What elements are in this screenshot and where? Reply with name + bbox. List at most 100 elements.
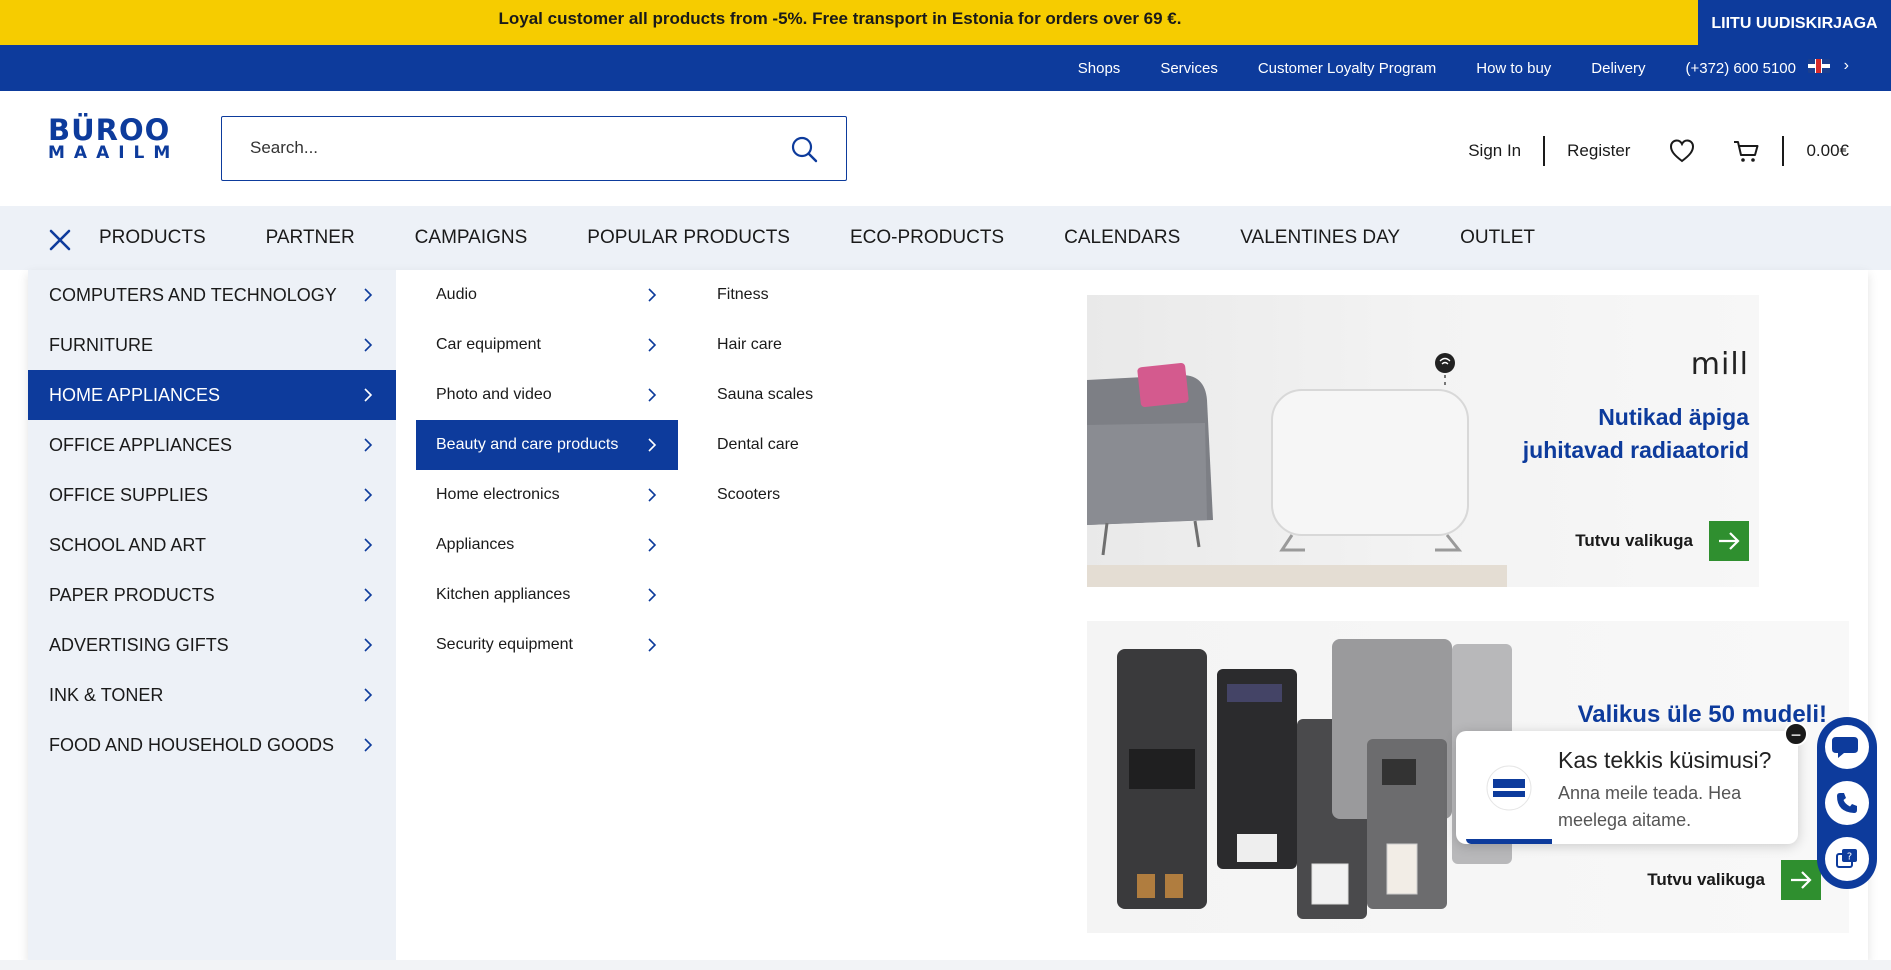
category-partner[interactable]: PARTNER bbox=[266, 227, 355, 249]
chevron-right-icon bbox=[364, 388, 373, 402]
category-outlet[interactable]: OUTLET bbox=[1460, 227, 1535, 249]
logo[interactable]: BÜROO MAAILM bbox=[48, 116, 180, 163]
top-nav-links: Shops Services Customer Loyalty Program … bbox=[1078, 45, 1796, 91]
promo-banner-radiators[interactable]: mill Nutikad äpiga juhitavad radiaatorid… bbox=[1087, 295, 1759, 587]
phone-icon bbox=[1837, 793, 1857, 813]
logo-icon bbox=[1486, 765, 1532, 811]
nav-link-services[interactable]: Services bbox=[1160, 60, 1218, 77]
menu-l1-food-household[interactable]: FOOD AND HOUSEHOLD GOODS bbox=[28, 720, 396, 770]
nav-link-how-to-buy[interactable]: How to buy bbox=[1476, 60, 1551, 77]
menu-l2-audio[interactable]: Audio bbox=[416, 270, 678, 320]
nav-link-shops[interactable]: Shops bbox=[1078, 60, 1121, 77]
menu-l1-label: INK & TONER bbox=[49, 684, 164, 705]
menu-l1-label: FOOD AND HOUSEHOLD GOODS bbox=[49, 734, 335, 755]
chevron-right-icon bbox=[648, 638, 657, 652]
nav-link-delivery[interactable]: Delivery bbox=[1591, 60, 1645, 77]
menu-l3-dental-care[interactable]: Dental care bbox=[717, 420, 799, 470]
svg-text:?: ? bbox=[1847, 852, 1852, 863]
category-valentines-day[interactable]: VALENTINES DAY bbox=[1240, 227, 1400, 249]
banner1-cta-label: Tutvu valikuga bbox=[1575, 531, 1693, 550]
menu-l3-hair-care[interactable]: Hair care bbox=[717, 320, 782, 370]
menu-l2-home-electronics[interactable]: Home electronics bbox=[416, 470, 678, 520]
menu-l2-label: Photo and video bbox=[436, 386, 552, 403]
menu-l1-office-appliances[interactable]: OFFICE APPLIANCES bbox=[28, 420, 396, 470]
banner1-headline-line1: Nutikad äpiga bbox=[1598, 404, 1749, 430]
menu-l2-security-equipment[interactable]: Security equipment bbox=[416, 620, 678, 670]
menu-l1-label: COMPUTERS AND TECHNOLOGY bbox=[49, 284, 337, 305]
menu-l2-label: Home electronics bbox=[436, 486, 560, 503]
register-link[interactable]: Register bbox=[1567, 141, 1630, 161]
menu-l1-furniture[interactable]: FURNITURE bbox=[28, 320, 396, 370]
nav-link-loyalty[interactable]: Customer Loyalty Program bbox=[1258, 60, 1436, 77]
cart-icon[interactable] bbox=[1732, 137, 1760, 165]
chevron-right-icon bbox=[648, 338, 657, 352]
menu-l2-label: Car equipment bbox=[436, 336, 541, 353]
category-items: PRODUCTS PARTNER CAMPAIGNS POPULAR PRODU… bbox=[99, 206, 1535, 270]
heart-icon[interactable] bbox=[1668, 137, 1696, 165]
search-input[interactable] bbox=[250, 117, 770, 179]
page-content-peek bbox=[0, 960, 1891, 970]
menu-l2-appliances[interactable]: Appliances bbox=[416, 520, 678, 570]
menu-l2-label: Kitchen appliances bbox=[436, 586, 571, 603]
top-navigation: Shops Services Customer Loyalty Program … bbox=[0, 45, 1891, 91]
logo-text-bottom: MAAILM bbox=[48, 143, 180, 163]
sign-in-link[interactable]: Sign In bbox=[1468, 141, 1521, 161]
banner1-headline: Nutikad äpiga juhitavad radiaatorid bbox=[1523, 401, 1749, 467]
menu-l3-sauna-scales[interactable]: Sauna scales bbox=[717, 370, 813, 420]
phone-button[interactable] bbox=[1825, 781, 1869, 825]
category-eco-products[interactable]: ECO-PRODUCTS bbox=[850, 227, 1004, 249]
nav-link-phone[interactable]: (+372) 600 5100 bbox=[1685, 60, 1796, 77]
chat-popup[interactable]: Kas tekkis küsimusi? Anna meile teada. H… bbox=[1456, 731, 1798, 844]
chevron-right-icon bbox=[648, 488, 657, 502]
chevron-right-icon bbox=[648, 288, 657, 302]
menu-l2-label: Audio bbox=[436, 286, 477, 303]
faq-button[interactable]: ? bbox=[1825, 837, 1869, 881]
account-area: Sign In Register 0.00€ bbox=[1468, 136, 1849, 166]
menu-l1-paper-products[interactable]: PAPER PRODUCTS bbox=[28, 570, 396, 620]
cart-total[interactable]: 0.00€ bbox=[1806, 141, 1849, 161]
category-products[interactable]: PRODUCTS bbox=[99, 227, 206, 249]
uk-flag-icon bbox=[1807, 59, 1830, 73]
language-selector[interactable]: › bbox=[1807, 58, 1849, 74]
search-box bbox=[221, 116, 847, 181]
menu-l2-label: Security equipment bbox=[436, 636, 573, 653]
category-calendars[interactable]: CALENDARS bbox=[1064, 227, 1180, 249]
banner2-cta[interactable]: Tutvu valikuga bbox=[1647, 860, 1821, 900]
menu-l2-label: Beauty and care products bbox=[436, 436, 619, 453]
menu-l1-home-appliances[interactable]: HOME APPLIANCES bbox=[28, 370, 396, 420]
newsletter-button[interactable]: LIITU UUDISKIRJAGA bbox=[1698, 0, 1891, 47]
menu-l1-computers[interactable]: COMPUTERS AND TECHNOLOGY bbox=[28, 270, 396, 320]
menu-l2-photo-video[interactable]: Photo and video bbox=[416, 370, 678, 420]
chat-progress-bar bbox=[1466, 839, 1552, 844]
banner1-cta[interactable]: Tutvu valikuga bbox=[1575, 521, 1749, 561]
menu-l2-label: Appliances bbox=[436, 536, 515, 553]
menu-l1-ink-toner[interactable]: INK & TONER bbox=[28, 670, 396, 720]
brand-mill: mill bbox=[1690, 347, 1749, 382]
menu-l3-fitness[interactable]: Fitness bbox=[717, 270, 769, 320]
menu-l1-label: FURNITURE bbox=[49, 334, 153, 355]
menu-l1-label: SCHOOL AND ART bbox=[49, 534, 207, 555]
menu-l2-car-equipment[interactable]: Car equipment bbox=[416, 320, 678, 370]
category-popular-products[interactable]: POPULAR PRODUCTS bbox=[587, 227, 790, 249]
divider bbox=[1543, 136, 1546, 166]
menu-l2-kitchen-appliances[interactable]: Kitchen appliances bbox=[416, 570, 678, 620]
chat-bubble-icon bbox=[1832, 737, 1858, 758]
menu-l2-beauty-care[interactable]: Beauty and care products bbox=[416, 420, 678, 470]
menu-l1-label: ADVERTISING GIFTS bbox=[49, 634, 229, 655]
search-icon[interactable] bbox=[790, 135, 818, 163]
menu-l1-label: OFFICE APPLIANCES bbox=[49, 434, 233, 455]
chat-minimize-button[interactable]: − bbox=[1784, 722, 1808, 746]
menu-l1-school-and-art[interactable]: SCHOOL AND ART bbox=[28, 520, 396, 570]
menu-l1-advertising-gifts[interactable]: ADVERTISING GIFTS bbox=[28, 620, 396, 670]
menu-l1-label: OFFICE SUPPLIES bbox=[49, 484, 209, 505]
chat-bubble-button[interactable] bbox=[1825, 725, 1869, 769]
chevron-right-icon bbox=[648, 438, 657, 452]
category-campaigns[interactable]: CAMPAIGNS bbox=[415, 227, 528, 249]
chevron-right-icon bbox=[648, 538, 657, 552]
chevron-right-icon bbox=[364, 538, 373, 552]
close-icon[interactable] bbox=[48, 228, 72, 252]
menu-l3-scooters[interactable]: Scooters bbox=[717, 470, 780, 520]
menu-l1-label: PAPER PRODUCTS bbox=[49, 584, 215, 605]
menu-l1-office-supplies[interactable]: OFFICE SUPPLIES bbox=[28, 470, 396, 520]
chat-avatar bbox=[1486, 765, 1532, 811]
